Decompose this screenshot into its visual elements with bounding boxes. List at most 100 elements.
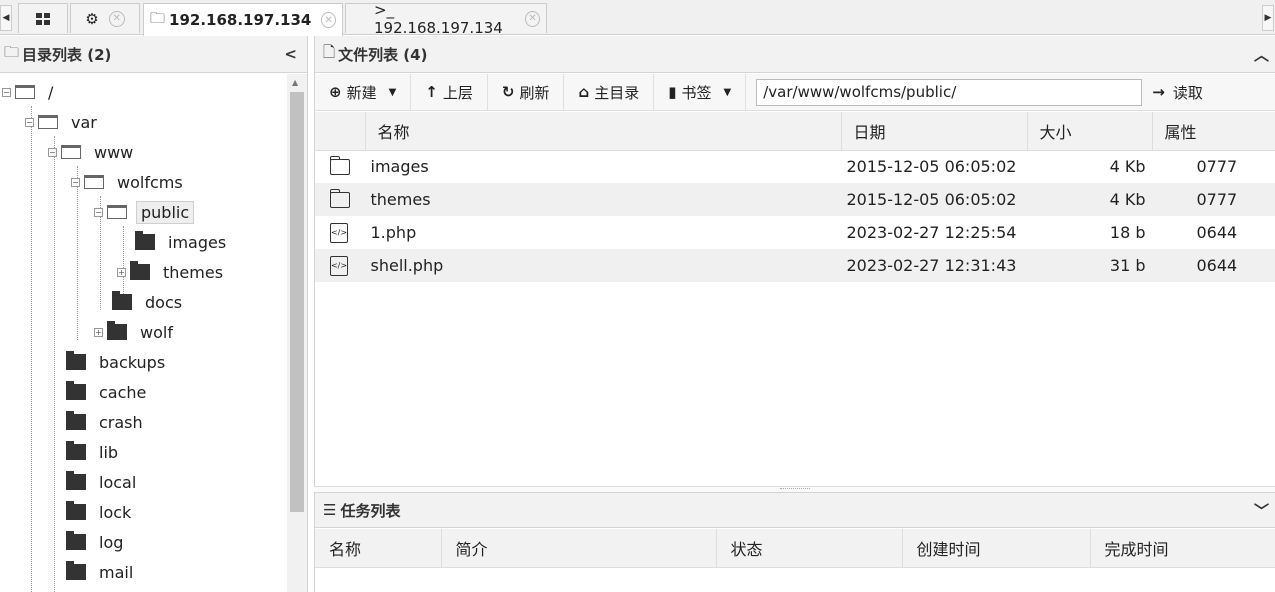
- folder-open-icon: [38, 115, 58, 129]
- tab-scroll-left-icon[interactable]: ◀: [0, 5, 12, 31]
- tree-node-crash[interactable]: crash: [66, 409, 147, 435]
- file-date: 2023-02-27 12:25:54: [846, 223, 1017, 242]
- tree-node-docs[interactable]: docs: [112, 289, 186, 315]
- directory-panel: 🗀 目录列表 (2) < − / − var − www − wolfcms −…: [0, 36, 308, 592]
- tree-node-backups[interactable]: backups: [66, 349, 169, 375]
- file-perm: 0644: [1152, 249, 1275, 282]
- folder-icon: [329, 155, 350, 175]
- tree-node-local[interactable]: local: [66, 469, 140, 495]
- scrollbar-thumb[interactable]: [290, 92, 304, 512]
- file-size: 4 Kb: [1027, 183, 1152, 216]
- folder-icon: [66, 501, 86, 520]
- collapse-node-icon[interactable]: −: [25, 117, 34, 127]
- column-header-size[interactable]: 大小: [1027, 112, 1153, 151]
- folder-open-icon: [15, 85, 35, 99]
- new-button[interactable]: ⊕ 新建 ▼: [315, 73, 412, 111]
- tree-node-cache[interactable]: cache: [66, 379, 150, 405]
- up-button[interactable]: ↑ 上层: [411, 73, 488, 111]
- scroll-up-icon[interactable]: ▲: [292, 78, 298, 87]
- tree-node-var[interactable]: − var: [25, 109, 101, 135]
- plus-circle-icon: ⊕: [329, 83, 342, 101]
- tab-file-manager[interactable]: 🗀 192.168.197.134 ✕: [143, 3, 343, 36]
- collapse-node-icon[interactable]: −: [2, 87, 11, 97]
- collapse-down-icon[interactable]: ﹀: [1254, 500, 1269, 521]
- tab-home[interactable]: [18, 3, 68, 33]
- home-button[interactable]: ⌂ 主目录: [564, 73, 655, 111]
- tree-node-label: cache: [99, 382, 147, 402]
- folder-icon: 🗀: [4, 42, 20, 61]
- tab-settings[interactable]: ⚙ ✕: [70, 3, 140, 33]
- refresh-icon: ↻: [501, 83, 515, 101]
- read-button[interactable]: → 读取: [1152, 82, 1203, 103]
- column-header-summary[interactable]: 简介: [441, 529, 717, 568]
- column-header-date[interactable]: 日期: [841, 112, 1028, 151]
- tree-node-wolf[interactable]: + wolf: [94, 319, 177, 345]
- tree-node-label: themes: [163, 262, 224, 282]
- caret-down-icon: ▼: [723, 86, 732, 98]
- close-icon[interactable]: ✕: [321, 12, 336, 28]
- tree-node-lock[interactable]: lock: [66, 499, 135, 525]
- collapse-left-icon[interactable]: <: [284, 45, 297, 63]
- close-icon[interactable]: ✕: [525, 10, 540, 27]
- file-perm: 0644: [1196, 223, 1238, 242]
- table-row[interactable]: images 2015-12-05 06:05:02 4 Kb 0777: [315, 150, 1275, 183]
- collapse-node-icon[interactable]: −: [94, 207, 103, 217]
- directory-panel-header: 🗀 目录列表 (2) <: [0, 36, 307, 73]
- tree-node-www[interactable]: − www: [48, 139, 137, 165]
- grid-icon: [36, 12, 50, 25]
- tab-label: 192.168.197.134: [169, 11, 312, 29]
- tree-node-root[interactable]: − /: [2, 79, 57, 105]
- folder-open-icon: [107, 205, 127, 219]
- arrow-up-icon: ↑: [425, 83, 438, 101]
- column-header-name[interactable]: 名称: [365, 112, 842, 151]
- tree-node-log[interactable]: log: [66, 529, 127, 555]
- column-header-finished[interactable]: 完成时间: [1090, 529, 1275, 568]
- file-size: 18 b: [1109, 223, 1146, 242]
- tree-node-themes[interactable]: + themes: [117, 259, 227, 285]
- folder-icon: [66, 381, 86, 400]
- bookmark-button[interactable]: ▮ 书签 ▼: [654, 73, 747, 111]
- column-header-created[interactable]: 创建时间: [902, 529, 1091, 568]
- table-row[interactable]: </> shell.php 2023-02-27 12:31:43 31 b 0…: [315, 249, 1275, 282]
- tree-node-wolfcms[interactable]: − wolfcms: [71, 169, 187, 195]
- file-panel-header: 🗋 文件列表 (4) ︿: [315, 36, 1275, 73]
- bookmark-icon: ▮: [668, 83, 677, 101]
- task-panel-header: ☰ 任务列表 ﹀: [315, 493, 1275, 528]
- tree-scrollbar[interactable]: ▲: [287, 74, 307, 592]
- tab-terminal[interactable]: >_ 192.168.197.134 ✕: [345, 1, 547, 37]
- folder-icon: [66, 561, 86, 580]
- file-name: themes: [365, 183, 841, 216]
- close-icon[interactable]: ✕: [108, 10, 125, 27]
- folder-icon: [112, 291, 132, 310]
- collapse-up-icon[interactable]: ︿: [1254, 44, 1269, 65]
- tree-node-lib[interactable]: lib: [66, 439, 122, 465]
- table-row[interactable]: </> 1.php 2023-02-27 12:25:54 18 b 0644: [315, 216, 1275, 249]
- tree-node-label: log: [99, 532, 124, 552]
- tree-node-label: backups: [99, 352, 166, 372]
- file-perm: 0777: [1152, 183, 1275, 216]
- tab-scroll-right-icon[interactable]: ▶: [1262, 5, 1274, 31]
- tree-node-label: wolfcms: [117, 172, 183, 192]
- folder-icon: [66, 411, 86, 430]
- column-header-perm[interactable]: 属性: [1152, 112, 1275, 151]
- refresh-button[interactable]: ↻ 刷新: [488, 73, 565, 111]
- column-header-status[interactable]: 状态: [716, 529, 903, 568]
- directory-tree: − / − var − www − wolfcms − public image…: [0, 74, 287, 592]
- tree-node-label: wolf: [140, 322, 173, 342]
- path-input[interactable]: [756, 78, 1143, 106]
- folder-icon: [66, 441, 86, 460]
- collapse-node-icon[interactable]: −: [71, 177, 80, 187]
- file-panel: 🗋 文件列表 (4) ︿ ⊕ 新建 ▼ ↑ 上层 ↻ 刷新 ⌂ 主目录 ▮ 书签…: [314, 36, 1275, 486]
- column-header-name[interactable]: 名称: [315, 529, 442, 568]
- expand-node-icon[interactable]: +: [117, 267, 126, 277]
- tree-node-public[interactable]: − public: [94, 199, 195, 225]
- table-row[interactable]: themes 2015-12-05 06:05:02 4 Kb 0777: [315, 183, 1275, 216]
- tree-node-mail[interactable]: mail: [66, 559, 137, 585]
- expand-node-icon[interactable]: +: [94, 327, 103, 337]
- directory-panel-title: 目录列表 (2): [22, 45, 112, 64]
- file-name: shell.php: [365, 249, 841, 282]
- folder-icon: 🗀: [150, 8, 166, 27]
- tree-node-images[interactable]: images: [135, 229, 230, 255]
- file-name: images: [370, 157, 429, 177]
- collapse-node-icon[interactable]: −: [48, 147, 57, 157]
